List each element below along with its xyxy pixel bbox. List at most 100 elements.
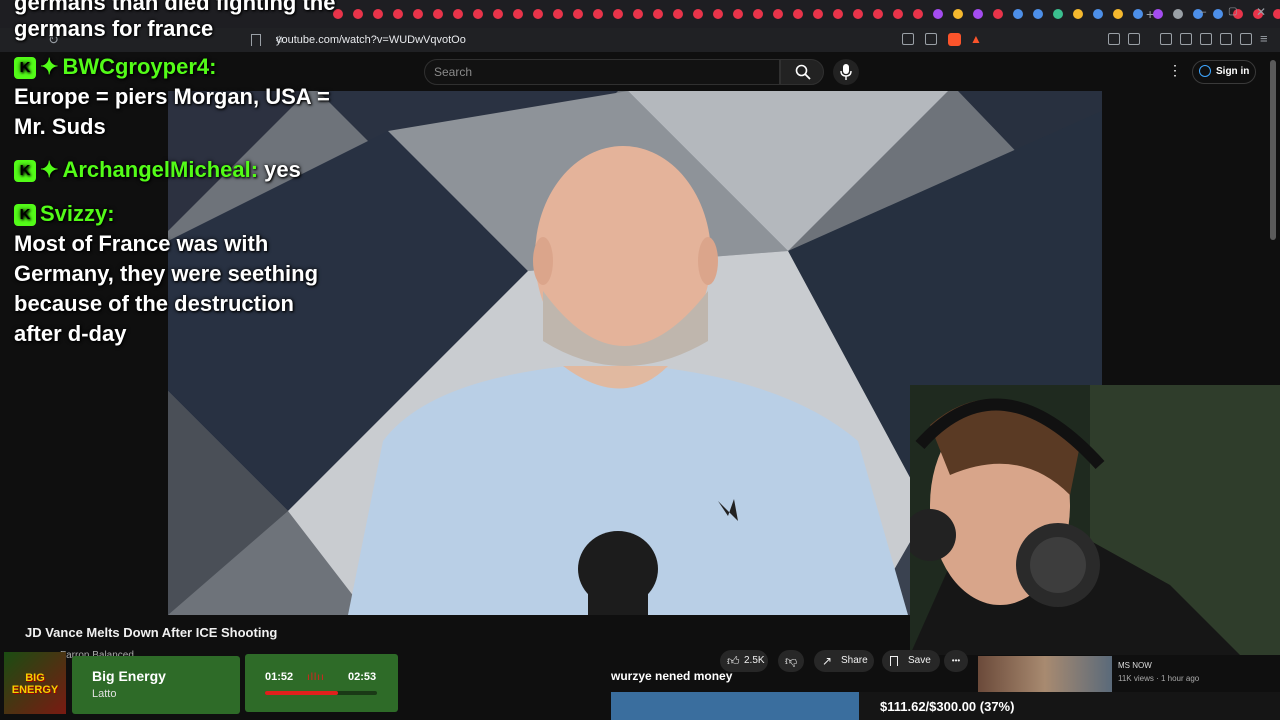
sign-in-label: Sign in	[1216, 66, 1250, 77]
browser-tab-icon[interactable]	[593, 9, 603, 19]
webcam-overlay	[910, 385, 1280, 655]
song-artist: Latto	[92, 688, 117, 700]
browser-tab-icon[interactable]	[453, 9, 463, 19]
browser-tab-icon[interactable]	[473, 9, 483, 19]
browser-tab-icon[interactable]	[1073, 9, 1083, 19]
chat-message: K ✦ BWCgroyper4: Europe = piers Morgan, US…	[14, 52, 354, 142]
sign-in-button[interactable]: Sign in	[1192, 60, 1256, 84]
related-video-thumbnail[interactable]	[978, 656, 1112, 692]
browser-tab-icon[interactable]	[1093, 9, 1103, 19]
browser-tab-icon[interactable]	[853, 9, 863, 19]
rewards-icon[interactable]: ▲	[970, 32, 982, 46]
brave-shield-icon[interactable]	[948, 33, 961, 46]
browser-tab-icon[interactable]	[433, 9, 443, 19]
browser-tab-icon[interactable]	[533, 9, 543, 19]
equalizer-icon: ıllıı	[307, 672, 325, 683]
album-text: BIG ENERGY	[11, 672, 59, 696]
browser-tab-icon[interactable]	[373, 9, 383, 19]
browser-tab-icon[interactable]	[573, 9, 583, 19]
chat-text: yes	[264, 157, 301, 182]
search-icon	[795, 64, 811, 80]
vpn-icon[interactable]	[1240, 33, 1252, 45]
browser-tab-icon[interactable]	[793, 9, 803, 19]
total-time: 02:53	[348, 671, 377, 683]
minimize-icon[interactable]: –	[1200, 6, 1206, 18]
browser-tab-icon[interactable]	[1273, 9, 1280, 19]
media-icon[interactable]	[1160, 33, 1172, 45]
more-actions-button[interactable]: •••	[944, 650, 968, 672]
browser-tab-icon[interactable]	[713, 9, 723, 19]
live-caption: wurzye nened money	[611, 669, 733, 683]
alert-text: germans than died fighting the germans f…	[14, 0, 335, 42]
browser-tab-icon[interactable]	[833, 9, 843, 19]
browser-tab-icon[interactable]	[393, 9, 403, 19]
now-playing-box: Big Energy Latto	[72, 656, 240, 714]
save-label: Save	[908, 655, 931, 666]
kick-badge-icon: K	[14, 204, 36, 226]
chat-text: Europe = piers Morgan, USA = Mr. Suds	[14, 84, 330, 139]
browser-tab-icon[interactable]	[913, 9, 923, 19]
sub-badge-icon: ✦	[40, 54, 59, 79]
browser-tab-icon[interactable]	[1173, 9, 1183, 19]
browser-tab-icon[interactable]	[353, 9, 363, 19]
page-scrollbar[interactable]	[1270, 60, 1276, 240]
wallet-icon[interactable]	[1200, 33, 1212, 45]
browser-tab-icon[interactable]	[953, 9, 963, 19]
browser-tab-icon[interactable]	[813, 9, 823, 19]
sidebar-icon[interactable]	[1128, 33, 1140, 45]
sub-badge-icon: ✦	[40, 157, 59, 182]
browser-tab-icon[interactable]	[873, 9, 883, 19]
current-time: 01:52	[265, 671, 294, 683]
share-button[interactable]: ↗ Share	[814, 650, 874, 672]
browser-tab-icon[interactable]	[673, 9, 683, 19]
reading-list-icon[interactable]	[1180, 33, 1192, 45]
browser-tab-icon[interactable]	[633, 9, 643, 19]
browser-tab-icon[interactable]	[413, 9, 423, 19]
browser-tab-icon[interactable]	[973, 9, 983, 19]
browser-tab-icon[interactable]	[773, 9, 783, 19]
browser-tab-icon[interactable]	[1053, 9, 1063, 19]
chat-username: BWCgroyper4:	[62, 54, 217, 79]
search-input[interactable]	[424, 59, 780, 85]
browser-tab-icon[interactable]	[1113, 9, 1123, 19]
browser-tab-icon[interactable]	[993, 9, 1003, 19]
related-channel[interactable]: MS NOW	[1118, 661, 1152, 670]
browser-tab-icon[interactable]	[693, 9, 703, 19]
browser-tab-icon[interactable]	[733, 9, 743, 19]
chat-text: Most of France was with Germany, they we…	[14, 231, 319, 346]
browser-tab-icon[interactable]	[553, 9, 563, 19]
browser-tab-icon[interactable]	[1013, 9, 1023, 19]
song-title: Big Energy	[92, 668, 166, 684]
close-window-icon[interactable]: ✕	[1256, 5, 1266, 19]
share-label: Share	[841, 655, 868, 666]
voice-search-button[interactable]	[833, 59, 859, 85]
browser-tab-icon[interactable]	[1133, 9, 1143, 19]
downloads-icon[interactable]	[1220, 33, 1232, 45]
maximize-icon[interactable]: ▢	[1228, 6, 1237, 17]
screen-cast-icon[interactable]	[902, 33, 914, 45]
browser-tab-icon[interactable]	[893, 9, 903, 19]
browser-tab-icon[interactable]	[653, 9, 663, 19]
search-button[interactable]	[780, 59, 824, 85]
browser-tab-icon[interactable]	[613, 9, 623, 19]
extensions-icon[interactable]	[1108, 33, 1120, 45]
save-button[interactable]: Save	[882, 650, 940, 672]
browser-tab-icon[interactable]	[1033, 9, 1043, 19]
browser-tab-icon[interactable]	[493, 9, 503, 19]
save-icon	[890, 656, 898, 666]
share-icon: ↗	[822, 654, 833, 668]
browser-menu-icon[interactable]: ≡	[1260, 31, 1268, 46]
new-tab-icon[interactable]: +	[1146, 6, 1154, 22]
browser-tab-icon[interactable]	[1153, 9, 1163, 19]
more-options-icon[interactable]: ⋮	[1168, 62, 1182, 79]
browser-tab-icon[interactable]	[753, 9, 763, 19]
browser-tab-icon[interactable]	[933, 9, 943, 19]
share-page-icon[interactable]	[925, 33, 937, 45]
progress-track	[265, 691, 377, 695]
thumbs-down-icon: 👎︎	[785, 654, 798, 668]
chat-message: K ✦ ArchangelMicheal: yes	[14, 155, 354, 185]
browser-tab-icon[interactable]	[513, 9, 523, 19]
dislike-button[interactable]: 👎︎	[778, 650, 804, 672]
album-art: BIG ENERGY	[4, 652, 66, 714]
browser-tab-icon[interactable]	[1213, 9, 1223, 19]
